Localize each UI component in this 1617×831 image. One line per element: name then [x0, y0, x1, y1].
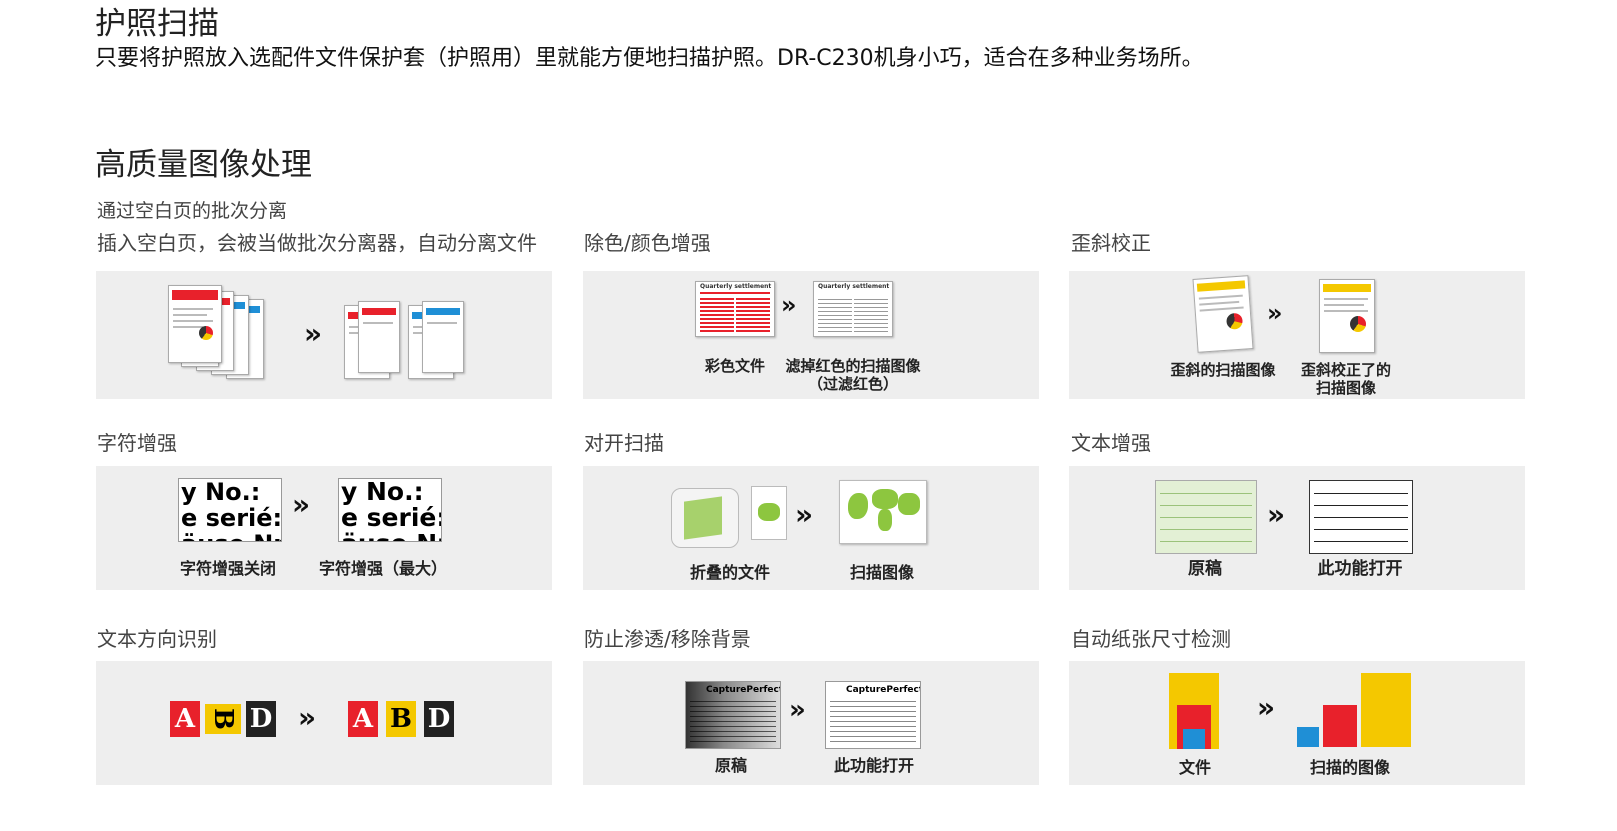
character-enhancement-max-sample: y No.: e serié: äuse Nr: [338, 478, 442, 542]
label-document: 文件: [1178, 758, 1211, 777]
feature-batch-separation-title: 通过空白页的批次分离: [97, 200, 288, 222]
character-enhancement-off-sample: y No.: e serié: äuse Nr: [178, 478, 282, 542]
folded-document-icon: [671, 488, 739, 548]
letter-b-tile: B: [386, 701, 416, 737]
arrow-icon: »: [795, 498, 814, 531]
label-original: 原稿: [1188, 559, 1222, 579]
feature-deskew-title: 歪斜校正: [1071, 231, 1151, 255]
feature-bleed-through-title: 防止渗透/移除背景: [584, 627, 751, 651]
original-form-thumb: [1155, 480, 1257, 554]
label-dropout-image: 滤掉红色的扫描图像 （过滤红色）: [785, 357, 921, 393]
letter-a-tile: A: [170, 701, 200, 737]
label-scanned-image: 扫描的图像: [1309, 758, 1390, 777]
feature-bleed-through-panel: CapturePerfect » CapturePerfect 原稿 此功能打开: [583, 661, 1039, 785]
large-page-icon: [1361, 673, 1411, 747]
letter-d-tile: D: [246, 701, 276, 737]
label-color-document: 彩色文件: [704, 357, 765, 375]
feature-text-orientation-panel: A B D » A B D: [96, 661, 552, 785]
image-processing-title: 高质量图像处理: [95, 147, 312, 183]
feature-batch-separation-subtitle: 插入空白页，会被当做批次分离器，自动分离文件: [97, 231, 537, 255]
small-page-icon: [1297, 727, 1319, 747]
enhanced-form-thumb: [1309, 480, 1413, 554]
passport-scan-title: 护照扫描: [95, 6, 219, 42]
label-deskewed-image: 歪斜校正了的 扫描图像: [1300, 361, 1391, 397]
passport-scan-description: 只要将护照放入选配件文件保护套（护照用）里就能方便地扫描护照。DR-C230机身…: [95, 46, 1204, 71]
color-document-thumb: Quarterly settlement: [695, 281, 775, 337]
feature-text-enhancement-panel: » 原稿 此功能打开: [1069, 466, 1525, 590]
cleaned-document-thumb: CapturePerfect: [825, 681, 921, 749]
arrow-icon: »: [298, 701, 317, 734]
label-original: 原稿: [714, 756, 747, 775]
deskewed-document-thumb: [1319, 279, 1375, 353]
skewed-document-thumb: [1192, 275, 1254, 353]
world-map-scan-thumb: [839, 480, 927, 544]
arrow-icon: »: [1267, 299, 1283, 327]
feature-dropout-title: 除色/颜色增强: [584, 231, 711, 255]
arrow-icon: »: [1267, 498, 1286, 531]
label-scanned-image: 扫描图像: [849, 563, 914, 582]
feature-deskew-panel: » 歪斜的扫描图像 歪斜校正了的 扫描图像: [1069, 271, 1525, 399]
stacked-paper-sizes-icon: [1169, 673, 1219, 749]
feature-dropout-panel: Quarterly settlement » Quarterly settlem…: [583, 271, 1039, 399]
feature-batch-separation-panel: »: [96, 271, 552, 399]
arrow-icon: »: [781, 291, 797, 319]
feature-auto-size-title: 自动纸张尺寸检测: [1071, 627, 1231, 651]
feature-character-enhancement-panel: y No.: e serié: äuse Nr » y No.: e serié…: [96, 466, 552, 590]
dropout-document-thumb: Quarterly settlement: [813, 281, 893, 337]
feature-folio-scan-title: 对开扫描: [584, 431, 664, 455]
label-feature-on: 此功能打开: [833, 756, 914, 775]
label-enhancement-off: 字符增强关闭: [179, 559, 276, 578]
medium-page-icon: [1323, 705, 1357, 747]
label-folded-document: 折叠的文件: [689, 563, 770, 582]
original-bleed-document-thumb: CapturePerfect: [685, 681, 781, 749]
label-enhancement-max: 字符增强（最大）: [318, 559, 447, 578]
letter-a-tile: A: [348, 701, 378, 737]
label-skewed-image: 歪斜的扫描图像: [1170, 361, 1276, 379]
arrow-icon: »: [292, 488, 311, 521]
feature-folio-scan-panel: » 折叠的文件 扫描图像: [583, 466, 1039, 590]
arrow-icon: »: [304, 317, 323, 350]
feature-auto-size-panel: » 文件 扫描的图像: [1069, 661, 1525, 785]
map-page-icon: [751, 486, 787, 540]
label-feature-on: 此功能打开: [1317, 559, 1403, 579]
feature-text-orientation-title: 文本方向识别: [97, 627, 217, 651]
arrow-icon: »: [789, 695, 806, 725]
feature-character-enhancement-title: 字符增强: [97, 431, 177, 455]
arrow-icon: »: [1257, 691, 1276, 724]
letter-d-tile: D: [424, 701, 454, 737]
letter-b-rotated-tile: B: [205, 704, 241, 734]
feature-text-enhancement-title: 文本增强: [1071, 431, 1151, 455]
